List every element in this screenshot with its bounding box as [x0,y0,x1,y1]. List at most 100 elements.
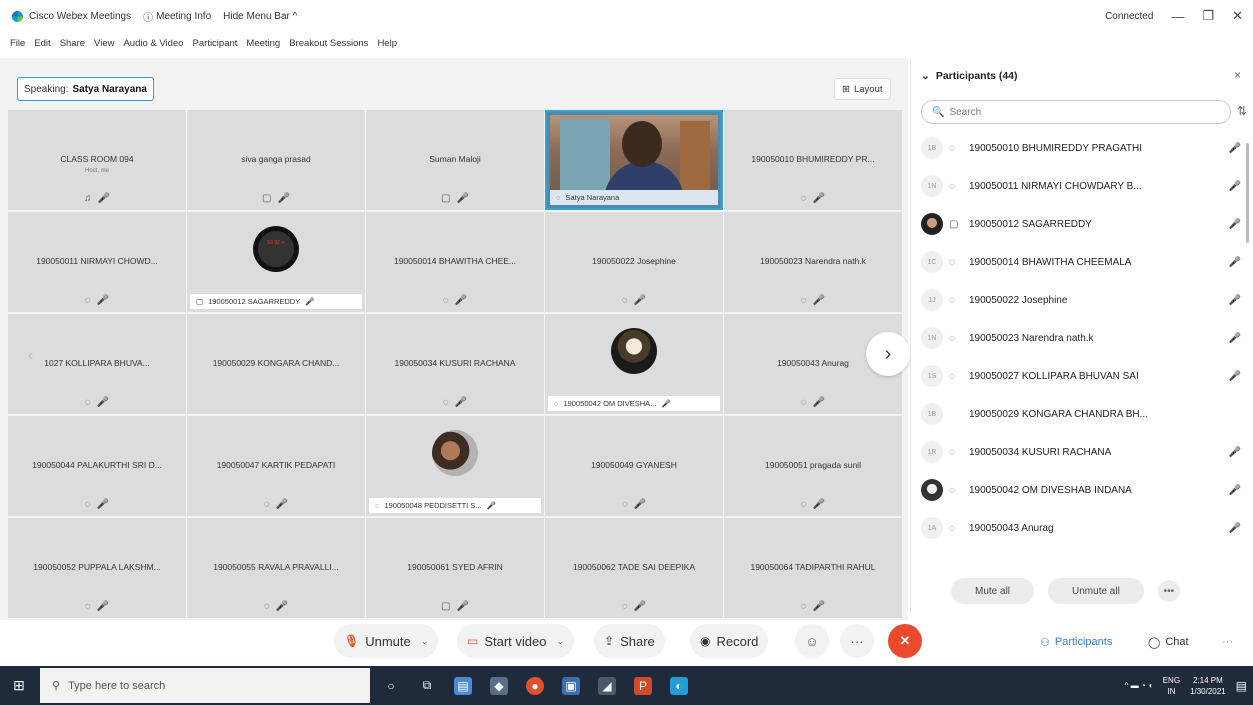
notifications-icon[interactable]: ▤ [1236,679,1247,693]
participant-row[interactable]: 1N ◌ 190050011 NIRMAYI CHOWDARY B... 🎤 [921,169,1241,203]
participant-search-input[interactable]: 🔍 Search [921,100,1231,124]
participant-tile[interactable]: 190050055 RAVALA PRAVALLI... ◌ 🎤 [187,518,365,618]
participant-row[interactable]: 1S ◌ 190050027 KOLLIPARA BHUVAN SAI 🎤 [921,359,1241,393]
menu-item[interactable]: Participant [193,38,238,49]
taskbar-search-input[interactable]: ⚲ Type here to search [40,668,370,703]
participant-tile[interactable]: 190050034 KUSURI RACHANA ◌ 🎤 [366,314,544,414]
app-icon[interactable]: ◆ [490,676,508,695]
windows-start-icon[interactable]: ⊞ [0,666,38,705]
participants-button[interactable]: ⚇ Participants [1040,628,1112,656]
store-icon[interactable]: ▣ [562,676,580,695]
more-icon[interactable]: ··· [840,624,874,658]
participant-tile[interactable]: CLASS ROOM 094 Host, me ♫ 🎤 [8,110,186,210]
participant-tile[interactable]: 190050014 BHAWITHA CHEE... ◌ 🎤 [366,212,544,312]
participant-tile[interactable]: ◌ 190050048 PEDDISETTI S... 🎤 [366,416,544,516]
menu-item[interactable]: File [10,38,25,49]
participant-tile[interactable]: 190050044 PALAKURTHI SRI D... ◌ 🎤 [8,416,186,516]
mic-muted-icon[interactable]: 🎤 [1221,371,1241,382]
powerpoint-icon[interactable]: P [634,676,652,695]
hide-menu-bar-button[interactable]: Hide Menu Bar ^ [223,11,297,22]
mic-muted-icon[interactable]: 🎤 [1221,447,1241,458]
restore-button[interactable]: ❐ [1202,8,1214,24]
participant-tile[interactable]: 1027 KOLLIPARA BHUVA... ◌ 🎤 [8,314,186,414]
participant-tile[interactable]: Suman Maloji ▢ 🎤 [366,110,544,210]
participant-row[interactable]: ▢ 190050012 SAGARREDDY 🎤 [921,207,1241,241]
webex-taskbar-icon[interactable]: ◐ [670,676,688,695]
more-options-icon[interactable]: ••• [1157,580,1180,602]
video-tile[interactable]: ◌ Satya Narayana [545,110,723,210]
layout-button[interactable]: ⊞ Layout [834,78,891,100]
mic-muted-icon[interactable]: 🎤 [1221,143,1241,154]
unmute-button[interactable]: 🎙 Unmute ⌄ [334,624,439,658]
start-video-button[interactable]: ▭ Start video ⌄ [457,624,575,658]
close-button[interactable]: ✕ [1232,8,1243,24]
participant-tile[interactable]: 190050023 Narendra nath.k ◌ 🎤 [724,212,902,312]
menu-item[interactable]: Meeting [246,38,280,49]
menu-item[interactable]: Share [60,38,85,49]
participant-row[interactable]: 1R ◌ 190050034 KUSURI RACHANA 🎤 [921,435,1241,469]
tile-name: siva ganga prasad [241,154,311,164]
cortana-icon[interactable]: ○ [382,677,400,695]
participant-row[interactable]: 1N ◌ 190050023 Narendra nath.k 🎤 [921,321,1241,355]
more-panels-icon[interactable]: ··· [1222,628,1233,656]
meeting-info-button[interactable]: ⓘ Meeting Info [143,9,211,24]
participant-row[interactable]: 1A ◌ 190050043 Anurag 🎤 [921,511,1241,545]
share-button[interactable]: ⇪ Share [594,624,665,658]
mic-muted-icon[interactable]: 🎤 [1221,523,1241,534]
connection-status[interactable]: Connected [1105,11,1153,22]
tray-icons[interactable]: ^ ▬ ◔ ◖ [1125,681,1153,690]
file-explorer-icon[interactable]: ▤ [454,676,472,695]
mute-all-button[interactable]: Mute all [951,578,1035,604]
participant-tile[interactable]: 190050062 TADE SAI DEEPIKA ◌ 🎤 [545,518,723,618]
panel-header[interactable]: ⌄ Participants (44) [921,70,1018,82]
clock[interactable]: 2:14 PM 1/30/2021 [1190,675,1226,697]
participant-tile[interactable]: 190050047 KARTIK PEDAPATI ◌ 🎤 [187,416,365,516]
mic-muted-icon[interactable]: 🎤 [1221,257,1241,268]
participant-row[interactable]: ◌ 190050042 OM DIVESHAB INDANA 🎤 [921,473,1241,507]
record-button[interactable]: ◉ Record [690,624,769,658]
mic-muted-icon[interactable]: 🎤 [1221,295,1241,306]
sort-icon[interactable]: ⇅ [1237,104,1247,118]
participant-tile[interactable]: 190050029 KONGARA CHAND... [187,314,365,414]
participant-tile[interactable]: ◌ 190050042 OM DIVESHA... 🎤 [545,314,723,414]
chat-button[interactable]: ◯ Chat [1148,628,1189,656]
mic-muted-icon[interactable]: 🎤 [1221,333,1241,344]
menu-item[interactable]: View [94,38,114,49]
mic-muted-icon[interactable]: 🎤 [1221,485,1241,496]
participant-tile[interactable]: 190050010 BHUMIREDDY PR... ◌ 🎤 [724,110,902,210]
chevron-down-icon[interactable]: ⌄ [421,636,429,647]
participant-tile[interactable]: 190050051 pragada sunil ◌ 🎤 [724,416,902,516]
participant-tile[interactable]: siva ganga prasad ▢ 🎤 [187,110,365,210]
menu-item[interactable]: Help [377,38,397,49]
participant-tile[interactable]: 190050052 PUPPALA LAKSHM... ◌ 🎤 [8,518,186,618]
menu-item[interactable]: Audio & Video [123,38,183,49]
participant-tile[interactable]: 58 92 •• ▢ 190050012 SAGARREDDY 🎤 [187,212,365,312]
chrome-icon[interactable]: ● [526,676,544,695]
minimize-button[interactable]: — [1171,9,1184,24]
leave-meeting-icon[interactable]: ✕ [888,624,922,658]
participant-tile[interactable]: 190050022 Josephine ◌ 🎤 [545,212,723,312]
menu-item[interactable]: Breakout Sessions [289,38,368,49]
panel-scrollbar[interactable] [1246,143,1249,243]
participant-tile[interactable]: 190050049 GYANESH ◌ 🎤 [545,416,723,516]
mic-muted-icon[interactable]: 🎤 [1221,219,1241,230]
next-page-button[interactable]: › [866,332,910,376]
task-view-icon[interactable]: ⧉ [418,677,436,695]
mic-muted-icon[interactable]: 🎤 [1221,181,1241,192]
participant-row[interactable]: 1J ◌ 190050022 Josephine 🎤 [921,283,1241,317]
language-indicator[interactable]: ENG IN [1163,675,1180,697]
participant-row[interactable]: 1B 190050029 KONGARA CHANDRA BH... [921,397,1241,431]
participant-row[interactable]: 1C ◌ 190050014 BHAWITHA CHEEMALA 🎤 [921,245,1241,279]
close-panel-icon[interactable]: × [1234,68,1241,82]
audio-status-icon: ◌ [949,294,955,306]
unmute-all-button[interactable]: Unmute all [1048,578,1144,604]
app-icon[interactable]: ◢ [598,676,616,695]
participant-row[interactable]: 1B ◌ 190050010 BHUMIREDDY PRAGATHI 🎤 [921,131,1241,165]
chevron-down-icon[interactable]: ⌄ [557,636,565,647]
participant-tile[interactable]: 190050061 SYED AFRIN ▢ 🎤 [366,518,544,618]
reactions-icon[interactable]: ☺ [795,624,829,658]
participant-tile[interactable]: 190050011 NIRMAYI CHOWD... ◌ 🎤 [8,212,186,312]
participant-tile[interactable]: 190050064 TADIPARTHI RAHUL ◌ 🎤 [724,518,902,618]
prev-page-icon[interactable]: ‹ [28,347,33,365]
menu-item[interactable]: Edit [34,38,50,49]
